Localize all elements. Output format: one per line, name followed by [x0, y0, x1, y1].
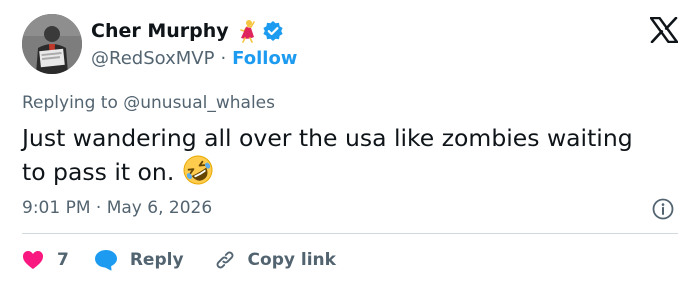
like-count: 7 [57, 250, 69, 270]
heart-icon [23, 251, 43, 269]
tweet-header: Cher Murphy @RedSoxMVP · Follow [91, 18, 297, 69]
handle-row: @RedSoxMVP · Follow [91, 48, 297, 69]
timestamp-separator: · [95, 198, 102, 218]
like-button[interactable]: 7 [22, 250, 69, 270]
x-logo-icon[interactable] [649, 16, 679, 44]
link-icon [216, 251, 233, 269]
speech-bubble-icon [94, 250, 117, 271]
divider [22, 233, 678, 234]
avatar[interactable] [22, 14, 82, 74]
tweet-text: Just wandering all over the usa like zom… [22, 124, 633, 186]
avatar-image [22, 14, 82, 74]
handle-separator: · [220, 48, 227, 69]
timestamp-time: 9:01 PM [22, 198, 91, 218]
tweet-body: Just wandering all over the usa like zom… [22, 123, 662, 188]
name-row: Cher Murphy [91, 18, 297, 44]
info-icon[interactable] [652, 198, 674, 220]
copy-link-label: Copy link [247, 250, 336, 270]
reply-mention-link[interactable]: @unusual_whales [123, 93, 275, 113]
timestamp-date: May 6, 2026 [106, 198, 213, 218]
tweet-timestamp[interactable]: 9:01 PM · May 6, 2026 [22, 198, 212, 218]
author-name[interactable]: Cher Murphy [91, 20, 229, 42]
author-handle[interactable]: @RedSoxMVP [91, 48, 214, 69]
action-bar: 7 Reply Copy link [22, 246, 336, 274]
copy-link-button[interactable]: Copy link [214, 249, 336, 271]
verified-badge-icon [262, 20, 284, 42]
dancer-emoji-icon [236, 19, 258, 43]
reply-context: Replying to @unusual_whales [22, 93, 275, 113]
reply-context-prefix: Replying to [22, 93, 118, 113]
follow-button[interactable]: Follow [232, 48, 297, 69]
rolling-on-floor-laughing-emoji-icon [182, 154, 214, 186]
reply-label: Reply [129, 250, 184, 270]
reply-button[interactable]: Reply [94, 249, 184, 271]
